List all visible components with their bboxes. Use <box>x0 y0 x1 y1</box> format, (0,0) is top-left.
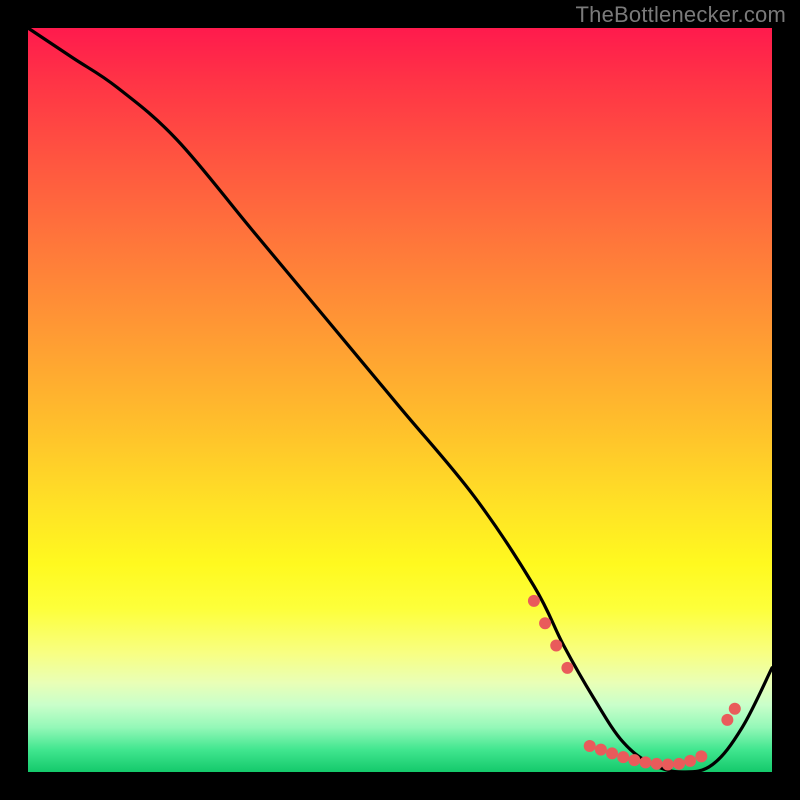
marker-dot <box>528 595 540 607</box>
marker-dot <box>606 747 618 759</box>
marker-dot <box>684 755 696 767</box>
chart-svg <box>28 28 772 772</box>
marker-dot <box>673 758 685 770</box>
marker-dot <box>595 744 607 756</box>
markers-group <box>528 595 741 771</box>
plot-area <box>28 28 772 772</box>
marker-dot <box>550 640 562 652</box>
marker-dot <box>695 750 707 762</box>
chart-container: TheBottlenecker.com <box>0 0 800 800</box>
marker-dot <box>662 759 674 771</box>
marker-dot <box>584 740 596 752</box>
marker-dot <box>721 714 733 726</box>
marker-dot <box>640 756 652 768</box>
marker-dot <box>561 662 573 674</box>
marker-dot <box>628 754 640 766</box>
marker-dot <box>729 703 741 715</box>
marker-dot <box>651 758 663 770</box>
attribution-text: TheBottlenecker.com <box>576 2 786 28</box>
series-curve <box>28 28 772 772</box>
marker-dot <box>539 617 551 629</box>
marker-dot <box>617 751 629 763</box>
